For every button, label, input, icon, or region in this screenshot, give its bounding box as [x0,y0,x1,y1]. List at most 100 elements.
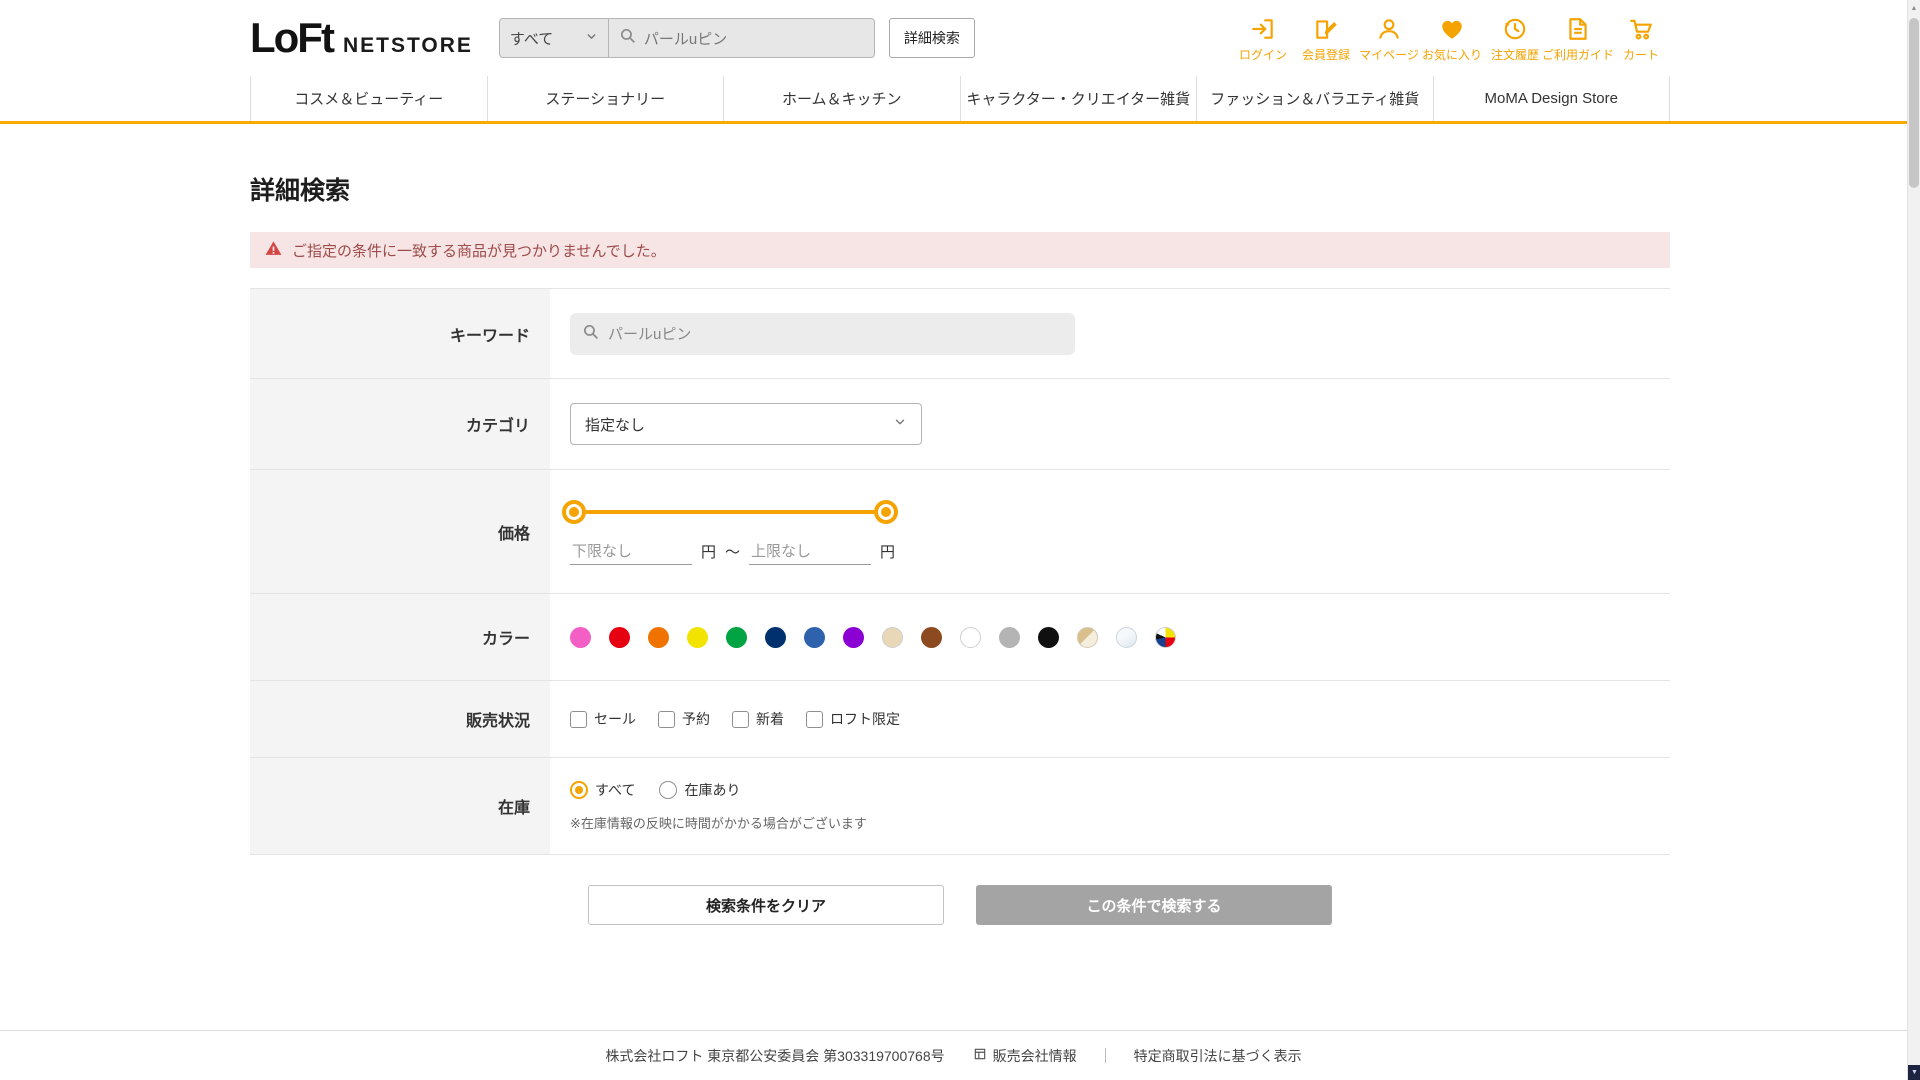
scrollbar-down-arrow[interactable]: ▼ [1908,1065,1920,1080]
color-swatch-purple[interactable] [843,626,864,648]
scrollbar-up-arrow[interactable]: ▲ [1908,0,1920,16]
footer-link-tokushoho[interactable]: 特定商取引法に基づく表示 [1134,1046,1302,1066]
footer-link-company-info[interactable]: 販売会社情報 [973,1046,1077,1066]
color-swatch-red[interactable] [609,626,630,648]
cart-icon [1628,14,1654,44]
clear-button[interactable]: 検索条件をクリア [588,885,944,925]
chevron-down-icon [893,415,907,433]
form-row-keyword: キーワード [250,288,1670,378]
slider-track [574,509,886,514]
main-content: 詳細検索 ご指定の条件に一致する商品が見つかりませんでした。 キーワード パール… [250,124,1670,925]
form-row-price: 価格 円 ～ 円 [250,469,1670,593]
nav-item-4[interactable]: ファッション＆バラエティ雑貨 [1196,76,1433,121]
price-unit-min: 円 [701,544,717,561]
quick-link-favorite[interactable]: お気に入り [1422,14,1483,63]
quick-link-label: お気に入り [1422,47,1483,62]
nav-item-2[interactable]: ホーム＆キッチン [723,76,960,121]
footer: 株式会社ロフト 東京都公安委員会 第303319700768号 販売会社情報 特… [0,1030,1907,1080]
color-swatch-yellow[interactable] [687,626,708,648]
sales-checkbox-3[interactable]: ロフト限定 [806,709,900,729]
scrollbar-thumb[interactable] [1909,18,1919,188]
footer-divider [1104,1048,1106,1063]
sales-checkbox-0[interactable]: セール [570,709,636,729]
color-swatches [570,626,1176,648]
nav-item-3[interactable]: キャラクター・クリエイター雑貨 [959,76,1197,121]
color-swatch-brown[interactable] [921,626,942,648]
color-swatch-gold[interactable] [1077,626,1098,648]
price-max-input[interactable] [749,538,872,565]
color-swatch-blue[interactable] [804,626,825,648]
quick-link-label: ご利用ガイド [1542,47,1615,62]
price-min-input[interactable] [570,538,692,565]
footer-company: 株式会社ロフト 東京都公安委員会 第303319700768号 [605,1047,945,1064]
price-unit-max: 円 [880,544,896,561]
advanced-search-button[interactable]: 詳細検索 [888,18,975,58]
mypage-icon [1376,14,1402,44]
form-row-color: カラー [250,593,1670,680]
form-row-stock: 在庫 すべて 在庫あり ※在庫情報の反映に時間がかかる場合がございます [250,757,1670,854]
warning-icon [264,239,283,262]
radio-label: すべて [595,782,636,798]
search-category-select[interactable]: すべて [498,18,609,58]
color-swatch-silver[interactable] [1116,626,1137,648]
search-icon [582,323,599,345]
submit-button[interactable]: この条件で検索する [976,885,1332,925]
chevron-down-icon [585,30,598,47]
nav-item-1[interactable]: ステーショナリー [486,76,724,121]
color-swatch-gray[interactable] [999,626,1020,648]
header-search-bar: すべて 詳細検索 [498,18,975,58]
color-swatch-pink[interactable] [570,626,591,648]
quick-link-label: 注文履歴 [1490,47,1539,62]
color-swatch-black[interactable] [1038,626,1059,648]
price-slider-handle-max[interactable] [874,499,898,524]
stock-radios: すべて 在庫あり [570,780,867,800]
category-select[interactable]: 指定なし [570,403,922,445]
alert-text: ご指定の条件に一致する商品が見つかりませんでした。 [292,242,666,260]
scrollbar[interactable]: ▲ ▼ [1907,0,1920,1080]
form-actions: 検索条件をクリア この条件で検索する [250,885,1670,925]
quick-link-guide[interactable]: ご利用ガイド [1542,14,1614,63]
quick-link-cart[interactable]: カート [1612,14,1670,63]
sales-label: 販売状況 [250,681,550,757]
nav-item-0[interactable]: コスメ＆ビューティー [250,76,487,121]
keyword-input[interactable] [608,325,1063,342]
search-input[interactable] [643,29,864,47]
quick-link-label: ログイン [1238,47,1287,62]
color-swatch-multicolor[interactable] [1155,626,1176,648]
color-swatch-orange[interactable] [648,626,669,648]
site-header: LoFt NETSTORE すべて 詳細検索 ログイン会 [0,0,1920,124]
quick-links: ログイン 会員登録 マイページ お気に入り 注文履歴 ご利用ガイド カート [1234,14,1670,63]
radio-icon [570,781,588,799]
nav-item-5[interactable]: MoMA Design Store [1432,76,1670,121]
stock-radio-0[interactable]: すべて [570,780,635,800]
search-input-wrap [608,18,875,58]
quick-link-register[interactable]: 会員登録 [1297,14,1355,63]
stock-radio-1[interactable]: 在庫あり [659,780,740,800]
logo-netstore: NETSTORE [342,34,473,57]
history-icon [1502,14,1528,44]
quick-link-login[interactable]: ログイン [1234,14,1292,63]
price-range-slider[interactable] [562,499,898,525]
quick-link-history[interactable]: 注文履歴 [1486,14,1544,63]
color-swatch-green[interactable] [726,626,747,648]
search-icon [619,27,636,49]
register-icon [1313,14,1339,44]
quick-link-label: マイページ [1359,47,1419,62]
price-slider-handle-min[interactable] [562,499,586,524]
color-swatch-navy[interactable] [765,626,786,648]
form-row-category: カテゴリ 指定なし [250,378,1670,469]
logo[interactable]: LoFt NETSTORE [250,14,473,62]
checkbox-label: 予約 [682,711,710,727]
keyword-label: キーワード [250,289,550,378]
page: LoFt NETSTORE すべて 詳細検索 ログイン会 [0,0,1920,1080]
quick-link-mypage[interactable]: マイページ [1359,14,1419,63]
sales-checkboxes: セール 予約 新着 ロフト限定 [570,709,900,729]
sales-checkbox-1[interactable]: 予約 [658,709,710,729]
quick-link-label: 会員登録 [1301,47,1350,62]
sales-checkbox-2[interactable]: 新着 [732,709,784,729]
guide-icon [1565,14,1591,44]
color-swatch-white[interactable] [960,626,981,648]
color-swatch-beige[interactable] [882,626,903,648]
radio-icon [659,781,678,799]
quick-link-label: カート [1622,47,1659,62]
